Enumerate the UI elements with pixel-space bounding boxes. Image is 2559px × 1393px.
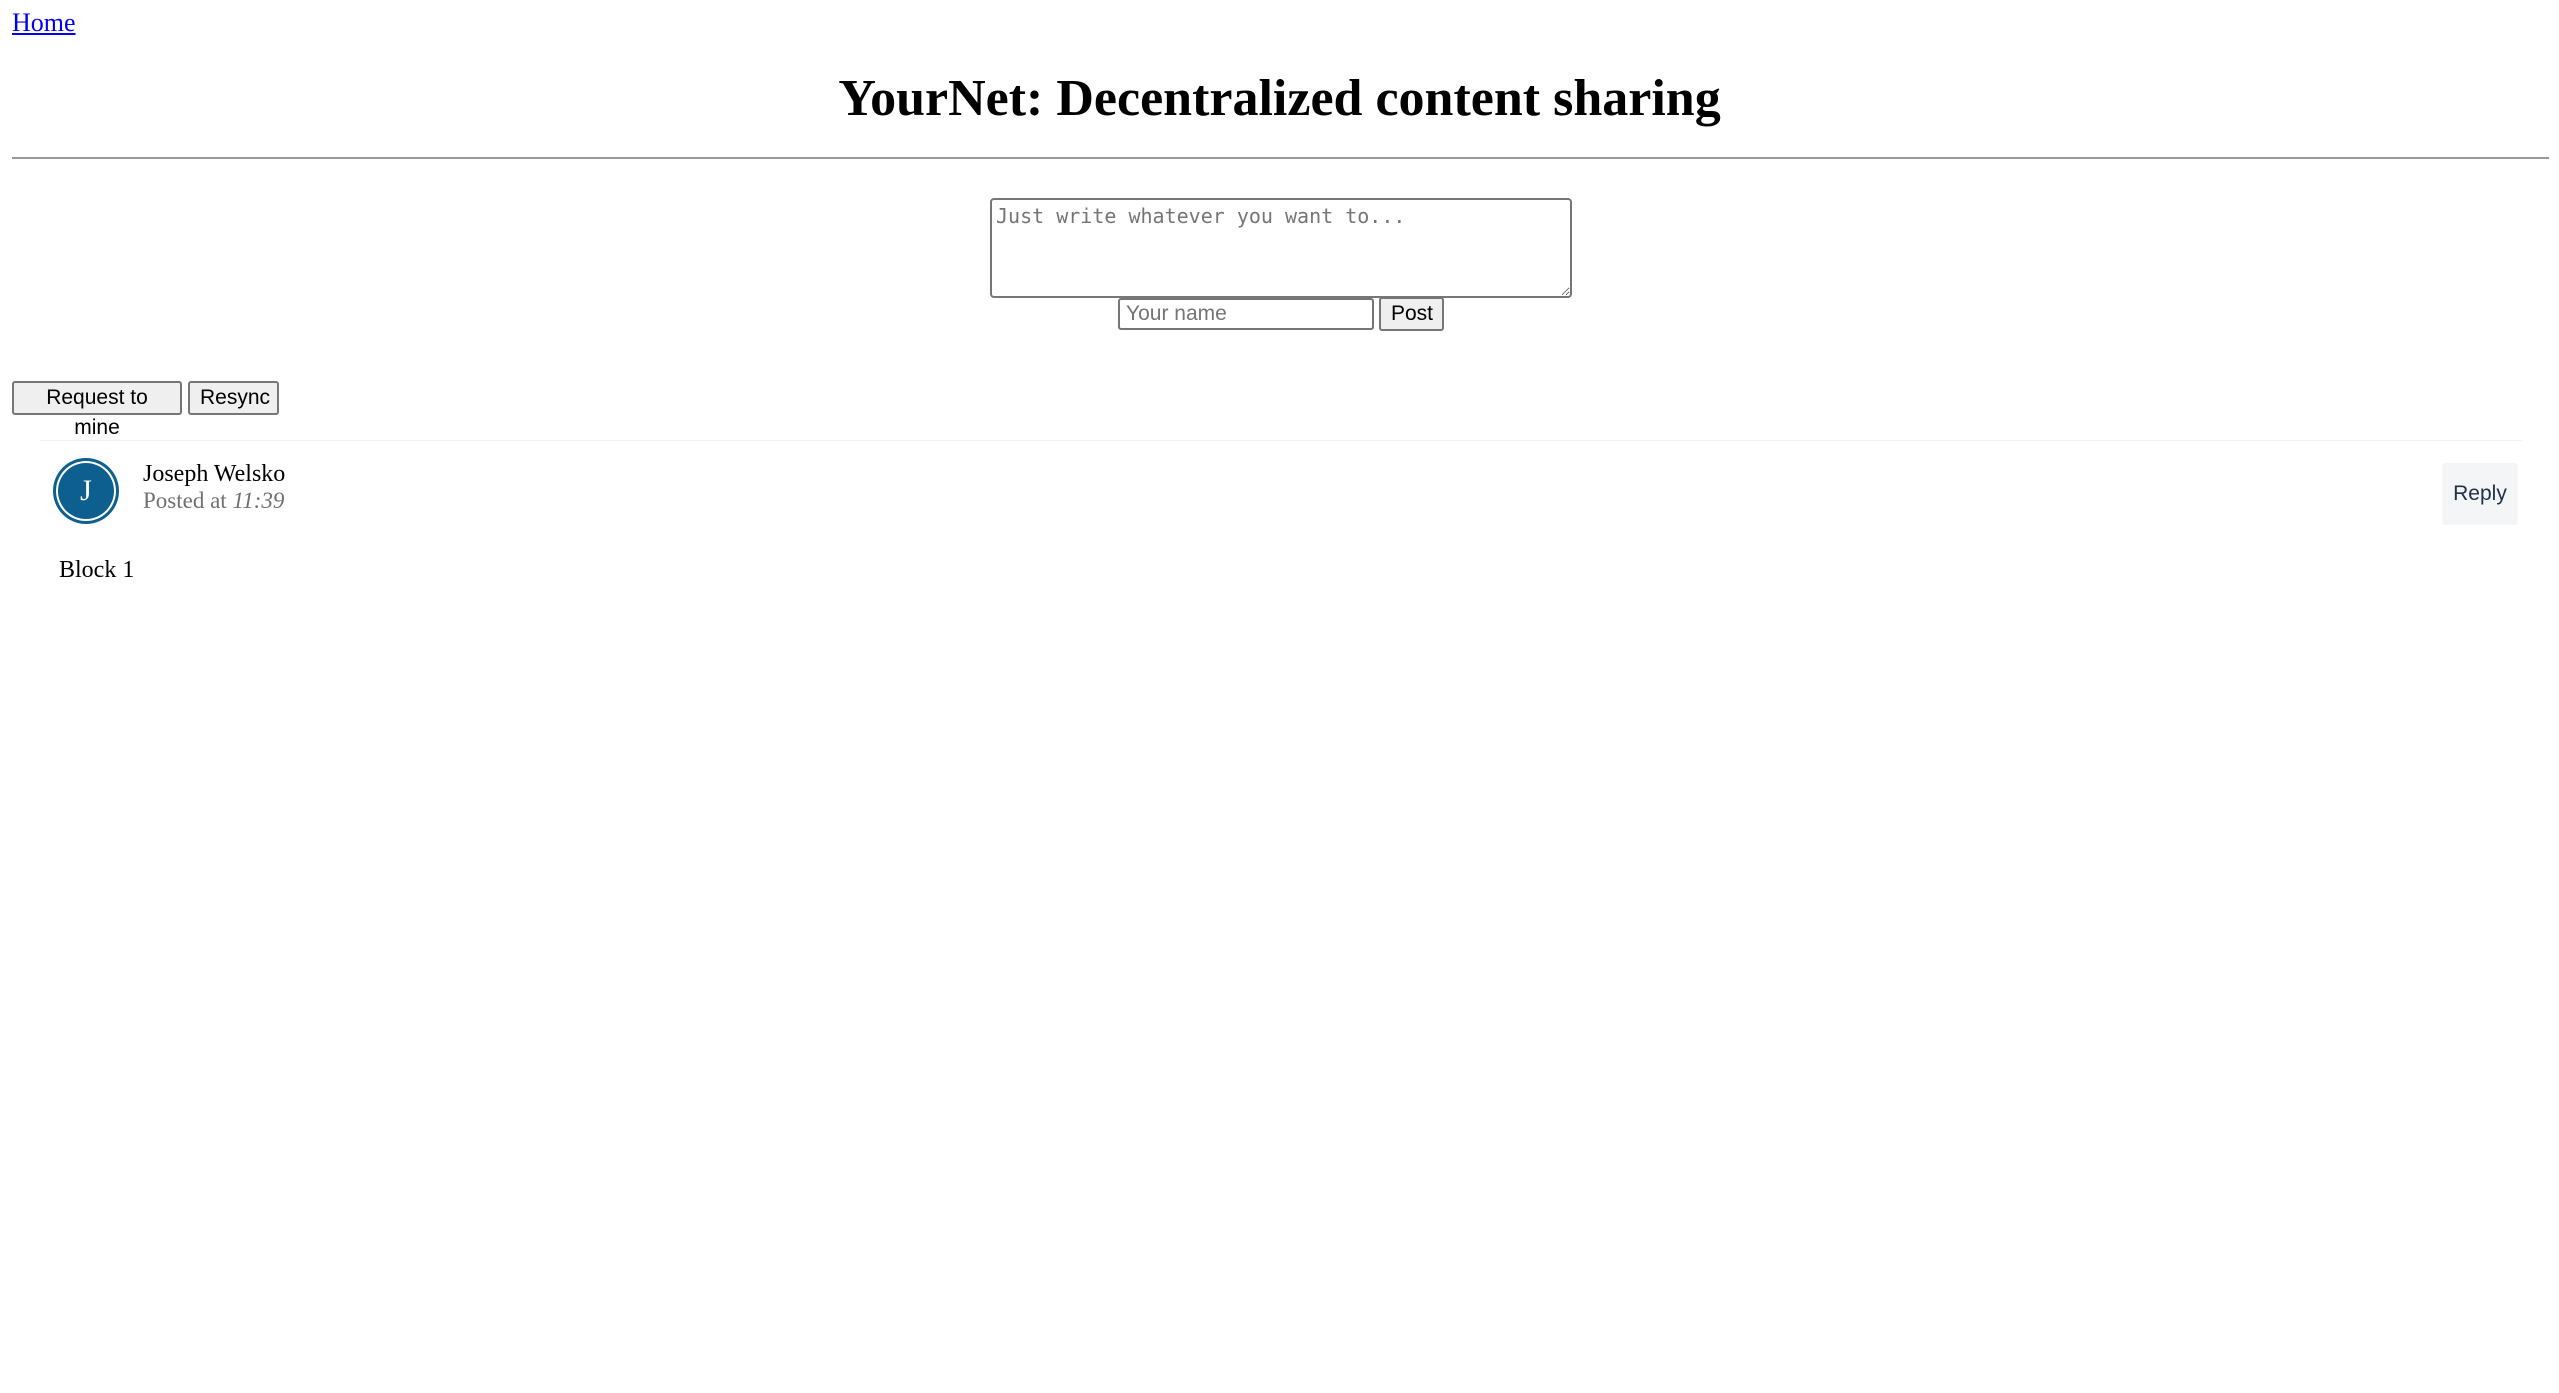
post-timestamp: Posted at 11:39: [143, 488, 284, 514]
author-name-input[interactable]: [1118, 298, 1374, 330]
post-content-textarea[interactable]: [990, 198, 1572, 298]
posted-time: 11:39: [232, 488, 285, 513]
page-title: YourNet: Decentralized content sharing: [838, 70, 1721, 127]
posted-prefix: Posted at: [143, 488, 227, 513]
post-card: J Joseph Welsko Posted at 11:39 Block 1 …: [40, 440, 2522, 601]
request-to-mine-button[interactable]: Request to mine: [12, 381, 182, 439]
resync-button[interactable]: Resync: [188, 381, 279, 415]
reply-button[interactable]: Reply: [2442, 463, 2518, 525]
post-button[interactable]: Post: [1379, 297, 1444, 331]
header-divider: [12, 157, 2549, 159]
home-link[interactable]: Home: [12, 8, 76, 38]
post-body-text: Block 1: [59, 557, 135, 583]
post-author-name: Joseph Welsko: [143, 461, 286, 487]
avatar: J: [56, 461, 116, 521]
